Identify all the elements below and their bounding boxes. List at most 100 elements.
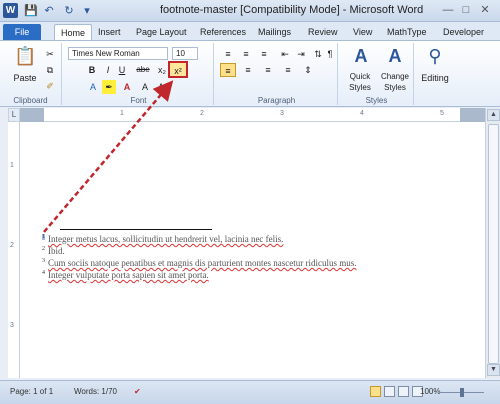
tab-review[interactable]: Review bbox=[308, 24, 338, 40]
grow-font-icon[interactable]: A bbox=[138, 80, 152, 94]
footnote-mark: 4 bbox=[42, 270, 45, 276]
paste-button[interactable]: Paste bbox=[10, 71, 40, 85]
align-center-icon[interactable]: ≡ bbox=[240, 63, 256, 77]
quick-styles-button[interactable]: Quick Styles bbox=[342, 71, 378, 95]
redo-icon[interactable]: ↻ bbox=[62, 4, 76, 18]
ruler-tick: 2 bbox=[10, 242, 14, 249]
footnote-mark: 1 bbox=[42, 234, 45, 240]
copy-icon[interactable]: ⧉ bbox=[44, 63, 56, 77]
close-icon[interactable]: ✕ bbox=[477, 3, 493, 17]
zoom-level[interactable]: 100% bbox=[420, 387, 440, 396]
tab-page-layout[interactable]: Page Layout bbox=[136, 24, 187, 40]
tab-mathtype[interactable]: MathType bbox=[387, 24, 427, 40]
vertical-scrollbar[interactable]: ▲ ▼ bbox=[485, 108, 500, 378]
undo-icon[interactable]: ↶ bbox=[42, 4, 56, 18]
word-count[interactable]: Words: 1/70 bbox=[74, 387, 117, 396]
quick-styles-icon[interactable]: A bbox=[350, 45, 372, 67]
increase-indent-icon[interactable]: ⇥ bbox=[294, 47, 308, 61]
footnote-1[interactable]: 1 Integer metus lacus, sollicitudin ut he… bbox=[42, 234, 283, 244]
italic-button[interactable]: I bbox=[102, 63, 114, 77]
tab-developer[interactable]: Developer bbox=[443, 24, 484, 40]
multilevel-list-icon[interactable]: ≡ bbox=[256, 47, 272, 61]
proofing-icon[interactable]: ✔ bbox=[134, 387, 141, 396]
highlight-icon[interactable]: ✒ bbox=[102, 80, 116, 94]
left-margin-zone bbox=[20, 108, 44, 122]
shrink-font-icon[interactable]: A bbox=[154, 80, 168, 94]
footnote-mark: 3 bbox=[42, 258, 45, 264]
print-layout-view-icon[interactable] bbox=[370, 386, 381, 397]
footnote-text: Cum sociis natoque penatibus et magnis d… bbox=[48, 258, 357, 268]
window-title: footnote-master [Compatibility Mode] - M… bbox=[160, 4, 424, 16]
footnote-3[interactable]: 3 Cum sociis natoque penatibus et magnis … bbox=[42, 258, 356, 268]
maximize-icon[interactable]: □ bbox=[458, 3, 474, 17]
tab-references[interactable]: References bbox=[200, 24, 246, 40]
paragraph-group: ≡ ≡ ≡ ⇤ ⇥ ⇅ ¶ ≡ ≡ ≡ ≡ ⇕ Paragraph bbox=[216, 43, 338, 105]
text-effects-icon[interactable]: A bbox=[86, 80, 100, 94]
tab-view[interactable]: View bbox=[353, 24, 372, 40]
word-app-icon[interactable]: W bbox=[3, 3, 18, 18]
title-bar: W 💾 ↶ ↻ ▾ footnote-master [Compatibility… bbox=[0, 0, 500, 22]
ruler-tick: 2 bbox=[200, 110, 204, 117]
ruler-tick: 1 bbox=[120, 110, 124, 117]
font-size-box[interactable]: 10 bbox=[172, 47, 198, 60]
editing-group: ⚲ Editing bbox=[416, 43, 454, 105]
footnote-4[interactable]: 4 Integer vulputate porta sapien sit amet… bbox=[42, 270, 209, 280]
font-name-box[interactable]: Times New Roman bbox=[68, 47, 168, 60]
align-left-icon[interactable]: ≡ bbox=[220, 63, 236, 77]
web-layout-view-icon[interactable] bbox=[398, 386, 409, 397]
font-label: Font bbox=[130, 96, 147, 105]
ruler-tick: 3 bbox=[10, 322, 14, 329]
ribbon-tabs: File Home Insert Page Layout References … bbox=[0, 22, 500, 40]
ribbon: 📋 Paste ✂ ⧉ ✐ Clipboard Times New Roman … bbox=[0, 40, 500, 107]
vertical-ruler[interactable]: 1 2 3 bbox=[8, 122, 20, 378]
customize-qat-icon[interactable]: ▾ bbox=[80, 4, 94, 18]
binoculars-icon[interactable]: ⚲ bbox=[424, 45, 446, 67]
document-page[interactable]: 1 Integer metus lacus, sollicitudin ut he… bbox=[20, 122, 485, 378]
horizontal-ruler[interactable]: 1 2 3 4 5 bbox=[20, 108, 490, 122]
full-screen-view-icon[interactable] bbox=[384, 386, 395, 397]
tab-selector[interactable]: L bbox=[8, 108, 20, 122]
superscript-button[interactable]: x² bbox=[168, 61, 188, 78]
underline-button[interactable]: U bbox=[116, 63, 128, 77]
font-group: Times New Roman 10 B I U abe x₂ x² A ✒ A… bbox=[64, 43, 214, 105]
page-count[interactable]: Page: 1 of 1 bbox=[10, 387, 53, 396]
zoom-slider-handle[interactable] bbox=[460, 388, 464, 397]
decrease-indent-icon[interactable]: ⇤ bbox=[278, 47, 292, 61]
scroll-up-icon[interactable]: ▲ bbox=[487, 109, 500, 121]
format-painter-icon[interactable]: ✐ bbox=[44, 79, 56, 93]
change-styles-icon[interactable]: A bbox=[384, 45, 406, 67]
tab-insert[interactable]: Insert bbox=[98, 24, 121, 40]
footnote-mark: 2 bbox=[42, 246, 45, 252]
line-spacing-icon[interactable]: ⇕ bbox=[300, 63, 316, 77]
justify-icon[interactable]: ≡ bbox=[280, 63, 296, 77]
styles-label: Styles bbox=[365, 96, 388, 105]
show-marks-icon[interactable]: ¶ bbox=[324, 47, 336, 61]
bold-button[interactable]: B bbox=[86, 63, 98, 77]
ruler-tick: 4 bbox=[360, 110, 364, 117]
change-styles-button[interactable]: Change Styles bbox=[376, 71, 414, 95]
footnote-separator bbox=[60, 229, 212, 230]
paragraph-label: Paragraph bbox=[257, 96, 296, 105]
footnote-2[interactable]: 2 Ibid. bbox=[42, 246, 65, 256]
tab-home[interactable]: Home bbox=[54, 24, 93, 40]
sort-icon[interactable]: ⇅ bbox=[312, 47, 324, 61]
footnote-text: Ibid. bbox=[48, 246, 65, 256]
save-icon[interactable]: 💾 bbox=[24, 4, 38, 18]
tab-file[interactable]: File bbox=[3, 24, 41, 40]
tab-mailings[interactable]: Mailings bbox=[258, 24, 291, 40]
cut-icon[interactable]: ✂ bbox=[44, 47, 56, 61]
ruler-tick: 1 bbox=[10, 162, 14, 169]
footnote-text: Integer metus lacus, sollicitudin ut hen… bbox=[48, 234, 284, 244]
align-right-icon[interactable]: ≡ bbox=[260, 63, 276, 77]
scroll-thumb[interactable] bbox=[488, 124, 499, 364]
font-color-icon[interactable]: A bbox=[120, 80, 134, 94]
footnote-text: Integer vulputate porta sapien sit amet … bbox=[48, 270, 209, 280]
bullets-icon[interactable]: ≡ bbox=[220, 47, 236, 61]
status-bar: Page: 1 of 1 Words: 1/70 ✔ 100% bbox=[0, 380, 500, 404]
scroll-down-icon[interactable]: ▼ bbox=[487, 364, 500, 376]
paste-icon[interactable]: 📋 bbox=[14, 45, 36, 67]
editing-button[interactable]: Editing bbox=[416, 71, 454, 85]
minimize-icon[interactable]: — bbox=[440, 3, 456, 17]
strikethrough-button[interactable]: abe bbox=[134, 63, 152, 77]
numbering-icon[interactable]: ≡ bbox=[238, 47, 254, 61]
